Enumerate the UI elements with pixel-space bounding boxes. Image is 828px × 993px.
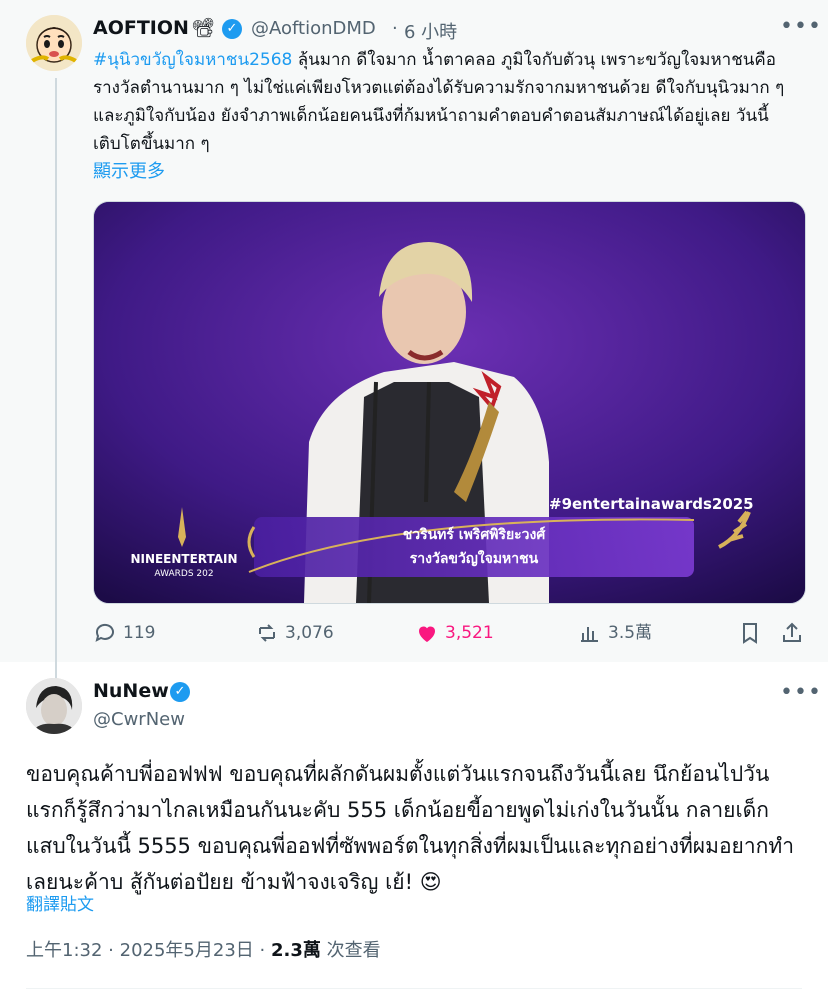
author-name[interactable]: AOFTION: [93, 17, 189, 39]
hashtag-link[interactable]: #นุนิวขวัญใจมหาชน2568: [93, 50, 292, 70]
view-count: 3.5萬: [608, 623, 653, 643]
share-icon: [783, 622, 801, 642]
logo-line2: AWARDS 202: [154, 569, 213, 579]
post-meta: 上午1:32 · 2025年5月23日 · 2.3萬 次查看: [26, 936, 381, 962]
profile-photo-icon: [26, 678, 82, 734]
post-view-count: 2.3萬: [271, 940, 321, 961]
reply-icon: [95, 623, 114, 642]
nameplate-award: รางวัลขวัญใจมหาชน: [410, 549, 539, 567]
share-button[interactable]: [780, 620, 804, 646]
meta-separator: ·: [392, 18, 398, 39]
reply-count: 119: [123, 623, 156, 643]
reply-author-handle[interactable]: @CwrNew: [93, 709, 185, 730]
logo-line1: NINEENTERTAIN: [130, 552, 237, 566]
repost-count: 3,076: [285, 623, 334, 643]
verified-badge-icon: ✓: [170, 682, 190, 702]
tweet-text: #นุนิวขวัญใจมหาชน2568 ลุ้นมาก ดีใจมาก น้…: [93, 46, 813, 158]
tweet-media-image[interactable]: #9entertainawards2025 ชวรินทร์ เพริศพิริ…: [93, 201, 806, 604]
author-handle[interactable]: @AoftionDMD: [251, 18, 376, 39]
translate-post-link[interactable]: 翻譯貼文: [26, 890, 94, 915]
views-label: 次查看: [326, 940, 381, 961]
awards-stage-photo: #9entertainawards2025 ชวรินทร์ เพริศพิริ…: [94, 202, 805, 603]
reply-tweet-text: ขอบคุณค้าบพี่ออฟฟฟ ขอบคุณที่ผลักดันผมตั้…: [26, 762, 795, 894]
verified-badge-icon: ✓: [222, 19, 242, 39]
bookmark-button[interactable]: [738, 620, 762, 646]
quoted-tweet[interactable]: AOFTION 📽 ✓ @AoftionDMD · 6 小時 ••• #นุนิ…: [0, 0, 828, 680]
views-button[interactable]: 3.5萬: [578, 620, 652, 646]
thread-connector-line: [55, 78, 57, 680]
post-date[interactable]: 2025年5月23日: [120, 940, 254, 961]
analytics-icon: [581, 627, 598, 642]
like-count: 3,521: [445, 623, 494, 643]
repost-icon: [259, 624, 275, 642]
more-options-icon[interactable]: •••: [780, 680, 822, 705]
reply-author-name[interactable]: NuNew: [93, 680, 169, 702]
like-button[interactable]: 3,521: [415, 620, 494, 646]
movie-camera-emoji: 📽: [191, 17, 216, 39]
cartoon-avatar-icon: [26, 15, 82, 71]
divider: [26, 988, 802, 989]
more-options-icon[interactable]: •••: [780, 14, 822, 39]
avatar-aoftion[interactable]: [26, 15, 82, 71]
bookmark-icon: [743, 623, 757, 644]
hashtag-overlay: #9entertainawards2025: [549, 495, 754, 513]
reply-button[interactable]: 119: [93, 620, 155, 646]
post-time[interactable]: 上午1:32: [26, 940, 102, 961]
show-more-link[interactable]: 顯示更多: [93, 157, 165, 183]
nameplate-name: ชวรินทร์ เพริศพิริยะวงศ์: [403, 526, 547, 543]
meta-dot: ·: [259, 940, 266, 961]
avatar-nunew[interactable]: [26, 678, 82, 734]
heart-filled-icon: [419, 626, 435, 642]
meta-dot: ·: [108, 940, 114, 961]
timestamp[interactable]: 6 小時: [404, 18, 457, 44]
repost-button[interactable]: 3,076: [255, 620, 334, 646]
